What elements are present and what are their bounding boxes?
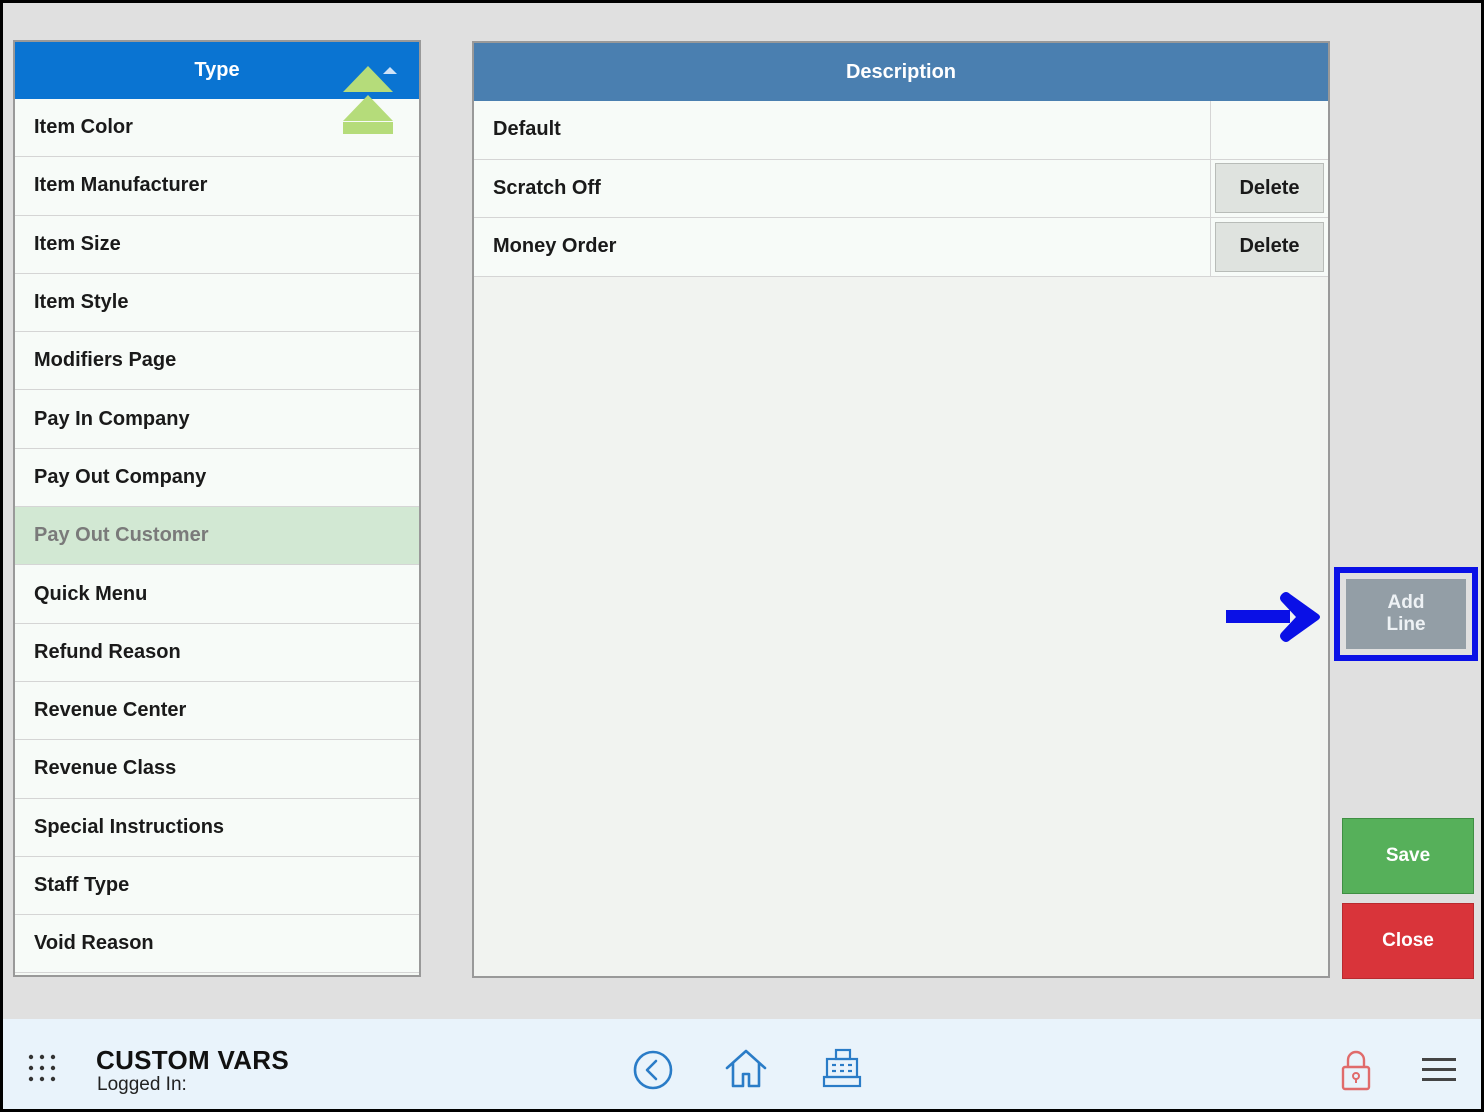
delete-button[interactable]: Delete xyxy=(1215,163,1324,214)
type-list-item[interactable]: Pay In Company xyxy=(15,390,419,449)
type-item-label: Staff Type xyxy=(34,874,130,896)
cash-register-icon[interactable] xyxy=(820,1046,864,1090)
description-header-label: Description xyxy=(845,60,957,83)
double-chevron-up-icon[interactable] xyxy=(341,64,395,136)
type-list-item[interactable]: Special Instructions xyxy=(15,798,419,857)
type-list-item[interactable]: Item Manufacturer xyxy=(15,157,419,216)
type-list-item[interactable]: Quick Menu xyxy=(15,565,419,624)
delete-button[interactable]: Delete xyxy=(1215,221,1324,272)
home-icon[interactable] xyxy=(724,1046,768,1090)
description-row[interactable]: Default xyxy=(474,101,1328,160)
type-item-label: Item Style xyxy=(34,291,129,314)
type-item-label: Void Reason xyxy=(34,932,154,955)
type-list-panel: Type Item Color Item Manufacturer Item Siz… xyxy=(13,40,421,977)
type-item-label: Pay In Company xyxy=(34,407,190,430)
type-list-item[interactable]: Item Style xyxy=(15,273,419,333)
type-list-item[interactable]: Revenue Class xyxy=(15,740,419,799)
type-item-label: Refund Reason xyxy=(34,640,181,663)
logged-in-label: Logged In: xyxy=(97,1074,187,1095)
footer-bar: CUSTOM VARS Logged In: xyxy=(3,1019,1481,1109)
lock-icon[interactable] xyxy=(1339,1048,1373,1092)
page-title: CUSTOM VARS xyxy=(96,1045,290,1075)
type-list-item[interactable]: Refund Reason xyxy=(15,623,419,682)
description-action-cell xyxy=(1211,101,1328,159)
type-item-label: Special Instructions xyxy=(34,815,225,838)
type-item-label: Revenue Class xyxy=(34,757,177,780)
save-button[interactable]: Save xyxy=(1342,818,1474,894)
type-item-label: Quick Menu xyxy=(34,582,148,605)
type-header-label: Type xyxy=(194,59,240,81)
type-item-label: Item Manufacturer xyxy=(34,174,208,197)
apps-grid-icon[interactable] xyxy=(27,1053,57,1083)
type-item-label: Modifiers Page xyxy=(34,349,177,372)
add-line-button[interactable]: Add Line xyxy=(1346,579,1466,649)
description-action-cell: Delete xyxy=(1211,160,1328,218)
type-list-item[interactable]: Modifiers Page xyxy=(15,332,419,391)
description-row[interactable]: Scratch Off Delete xyxy=(474,159,1328,218)
type-list-item[interactable]: Pay Out Customer xyxy=(15,507,419,566)
close-button[interactable]: Close xyxy=(1342,903,1474,979)
description-action-cell: Delete xyxy=(1211,218,1328,276)
description-text: Money Order xyxy=(474,218,1211,276)
back-circle-icon[interactable] xyxy=(631,1048,675,1092)
arrow-right-icon xyxy=(1226,592,1320,642)
type-list-item[interactable]: Void Reason xyxy=(15,915,419,974)
type-item-label: Revenue Center xyxy=(34,699,187,722)
description-text: Default xyxy=(474,101,1211,159)
type-list-item[interactable]: Revenue Center xyxy=(15,681,419,741)
description-list-panel: Description Default Scratch Off Delete Mone… xyxy=(472,41,1330,978)
hamburger-menu-icon[interactable] xyxy=(1420,1055,1458,1085)
description-row[interactable]: Money Order Delete xyxy=(474,218,1328,277)
type-item-label: Pay Out Company xyxy=(34,465,207,488)
type-item-label: Pay Out Customer xyxy=(34,524,209,547)
description-column-header: Description xyxy=(474,43,1328,101)
type-item-label: Item Color xyxy=(34,116,133,139)
type-item-label: Item Size xyxy=(34,232,121,255)
type-list-item[interactable]: Item Size xyxy=(15,215,419,274)
type-list-item[interactable]: Staff Type xyxy=(15,856,419,916)
type-list-item[interactable]: Pay Out Company xyxy=(15,448,419,508)
description-text: Scratch Off xyxy=(474,159,1211,217)
